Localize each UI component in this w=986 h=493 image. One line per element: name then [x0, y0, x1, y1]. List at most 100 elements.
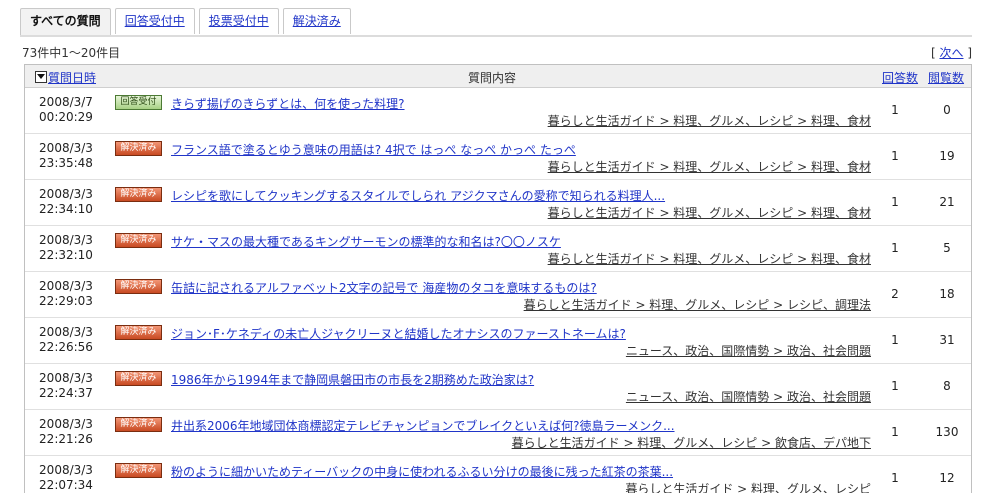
tab-divider [20, 35, 972, 37]
view-count: 19 [939, 149, 955, 163]
table-row: 2008/3/3 22:07:34 解決済み 粉のように細かいためティーバックの中身に… [25, 456, 971, 493]
table-row: 2008/3/3 22:34:10 解決済み レシピを歌にしてクッキングするスタイルで… [25, 180, 971, 226]
tab-bar: すべての質問 回答受付中 投票受付中 解決済み [20, 8, 355, 36]
status-badge: 解決済み [115, 279, 162, 294]
view-count: 18 [939, 287, 955, 301]
answer-count: 1 [891, 425, 899, 439]
table-row: 2008/3/3 22:24:37 解決済み 1986年から1994年まで静岡県磐田市… [25, 364, 971, 410]
table-row: 2008/3/3 22:26:56 解決済み ジョン･F･ケネディの未亡人ジャクリーヌ… [25, 318, 971, 364]
status-badge: 回答受付 [115, 95, 162, 110]
question-link[interactable]: 井出系2006年地域団体商標認定テレビチャンピョンでブレイクといえば何?徳島ラー… [171, 417, 675, 434]
question-date: 2008/3/3 22:24:37 [25, 371, 107, 401]
date-value: 2008/3/3 [39, 233, 93, 247]
question-link[interactable]: 1986年から1994年まで静岡県磐田市の市長を2期務めた政治家は? [171, 371, 534, 388]
answer-count: 1 [891, 471, 899, 485]
time-value: 22:29:03 [39, 294, 93, 308]
question-link[interactable]: ジョン･F･ケネディの未亡人ジャクリーヌと結婚したオナシスのファーストネームは? [171, 325, 626, 342]
view-count: 21 [939, 195, 955, 209]
answer-count: 1 [891, 103, 899, 117]
time-value: 22:32:10 [39, 248, 93, 262]
view-count: 8 [943, 379, 951, 393]
sort-by-date-link[interactable]: 質問日時 [35, 69, 96, 86]
date-value: 2008/3/3 [39, 279, 93, 293]
question-date: 2008/3/3 22:26:56 [25, 325, 107, 355]
table-row: 2008/3/3 23:35:48 解決済み フランス語で塗るとゆう意味の用語は? 4… [25, 134, 971, 180]
view-count: 12 [939, 471, 955, 485]
table-row: 2008/3/3 22:21:26 解決済み 井出系2006年地域団体商標認定テレビチ… [25, 410, 971, 456]
answer-count: 1 [891, 149, 899, 163]
question-date: 2008/3/3 22:07:34 [25, 463, 107, 493]
date-value: 2008/3/3 [39, 141, 93, 155]
page: すべての質問 回答受付中 投票受付中 解決済み 73件中1～20件目 [ 次へ … [0, 0, 986, 493]
question-link[interactable]: レシピを歌にしてクッキングするスタイルでしられ アジクマさんの愛称で知られる料理… [171, 187, 665, 204]
question-table: 質問日時 質問内容 回答数 閲覧数 2008/3/7 00:20:29 回答受付 きら… [24, 64, 972, 493]
pager-close-bracket: ] [963, 46, 972, 60]
time-value: 22:24:37 [39, 386, 93, 400]
table-row: 2008/3/3 22:32:10 解決済み サケ・マスの最大種であるキングサーモンの… [25, 226, 971, 272]
question-date: 2008/3/3 22:29:03 [25, 279, 107, 309]
question-link[interactable]: 缶詰に記されるアルファベット2文字の記号で 海産物のタコを意味するものは? [171, 279, 597, 296]
status-badge: 解決済み [115, 371, 162, 386]
category-link[interactable]: 暮らしと生活ガイド > 料理、グルメ、レシピ > 飲食店、デパ地下 [512, 434, 871, 451]
table-row: 2008/3/7 00:20:29 回答受付 きらず揚げのきらずとは、何を使った料理?… [25, 88, 971, 134]
view-count: 31 [939, 333, 955, 347]
view-count: 5 [943, 241, 951, 255]
question-date: 2008/3/3 22:34:10 [25, 187, 107, 217]
time-value: 22:34:10 [39, 202, 93, 216]
question-link[interactable]: サケ・マスの最大種であるキングサーモンの標準的な和名は?〇〇ノスケ [171, 233, 561, 250]
table-header: 質問日時 質問内容 回答数 閲覧数 [25, 65, 971, 88]
date-value: 2008/3/3 [39, 371, 93, 385]
question-rows: 2008/3/7 00:20:29 回答受付 きらず揚げのきらずとは、何を使った料理?… [25, 88, 971, 493]
question-date: 2008/3/7 00:20:29 [25, 95, 107, 125]
header-date-label: 質問日時 [48, 71, 97, 85]
next-page-link[interactable]: 次へ [939, 46, 963, 60]
question-link[interactable]: 粉のように細かいためティーバックの中身に使われるふるい分けの最後に残った紅茶の茶… [171, 463, 673, 480]
status-badge: 解決済み [115, 417, 162, 432]
table-row: 2008/3/3 22:29:03 解決済み 缶詰に記されるアルファベット2文字の記号… [25, 272, 971, 318]
question-date: 2008/3/3 23:35:48 [25, 141, 107, 171]
category-link[interactable]: 暮らしと生活ガイド > 料理、グルメ、レシピ > レシピ、調理法 [524, 296, 871, 313]
tab-accepting-answers[interactable]: 回答受付中 [114, 8, 195, 34]
category-link[interactable]: ニュース、政治、国際情勢 > 政治、社会問題 [626, 342, 871, 359]
date-value: 2008/3/7 [39, 95, 93, 109]
sort-by-answers-link[interactable]: 回答数 [882, 69, 918, 86]
sort-down-icon [35, 71, 47, 83]
question-date: 2008/3/3 22:32:10 [25, 233, 107, 263]
date-value: 2008/3/3 [39, 325, 93, 339]
date-value: 2008/3/3 [39, 417, 93, 431]
time-value: 00:20:29 [39, 110, 93, 124]
time-value: 23:35:48 [39, 156, 93, 170]
date-value: 2008/3/3 [39, 463, 93, 477]
status-badge: 解決済み [115, 141, 162, 156]
time-value: 22:07:34 [39, 478, 93, 492]
category-link[interactable]: 暮らしと生活ガイド > 料理、グルメ、レシピ > 料理、食材 [548, 158, 871, 175]
status-badge: 解決済み [115, 325, 162, 340]
answer-count: 1 [891, 195, 899, 209]
status-badge: 解決済み [115, 187, 162, 202]
answer-count: 2 [891, 287, 899, 301]
sort-by-views-link[interactable]: 閲覧数 [928, 69, 964, 86]
time-value: 22:26:56 [39, 340, 93, 354]
view-count: 130 [935, 425, 959, 439]
view-count: 0 [943, 103, 951, 117]
question-link[interactable]: きらず揚げのきらずとは、何を使った料理? [171, 95, 405, 112]
status-badge: 解決済み [115, 233, 162, 248]
category-link[interactable]: 暮らしと生活ガイド > 料理、グルメ、レシピ [625, 480, 871, 493]
tab-resolved[interactable]: 解決済み [282, 8, 351, 34]
date-value: 2008/3/3 [39, 187, 93, 201]
question-date: 2008/3/3 22:21:26 [25, 417, 107, 447]
category-link[interactable]: 暮らしと生活ガイド > 料理、グルメ、レシピ > 料理、食材 [548, 112, 871, 129]
category-link[interactable]: ニュース、政治、国際情勢 > 政治、社会問題 [626, 388, 871, 405]
question-link[interactable]: フランス語で塗るとゆう意味の用語は? 4択で はっぺ なっぺ かっぺ たっぺ [171, 141, 576, 158]
pager: [ 次へ ] [931, 44, 972, 61]
category-link[interactable]: 暮らしと生活ガイド > 料理、グルメ、レシピ > 料理、食材 [548, 204, 871, 221]
status-badge: 解決済み [115, 463, 162, 478]
answer-count: 1 [891, 379, 899, 393]
category-link[interactable]: 暮らしと生活ガイド > 料理、グルメ、レシピ > 料理、食材 [548, 250, 871, 267]
time-value: 22:21:26 [39, 432, 93, 446]
result-count: 73件中1～20件目 [22, 46, 121, 60]
answer-count: 1 [891, 241, 899, 255]
tab-all-questions[interactable]: すべての質問 [20, 8, 111, 36]
tab-accepting-votes[interactable]: 投票受付中 [198, 8, 279, 34]
answer-count: 1 [891, 333, 899, 347]
